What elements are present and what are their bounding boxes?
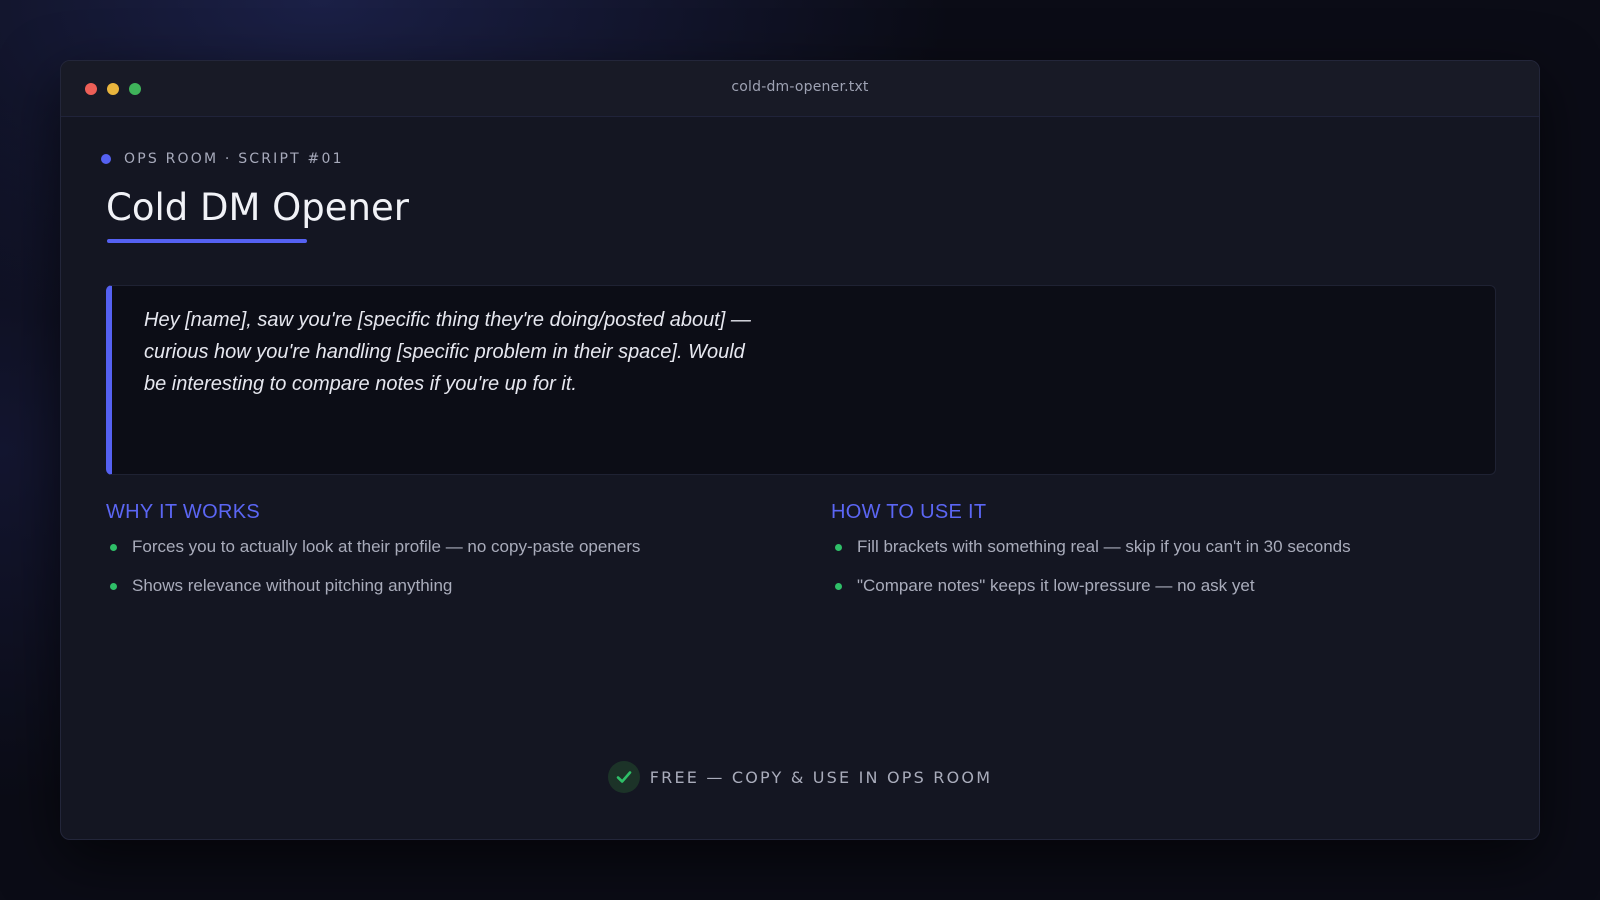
editor-window: cold-dm-opener.txt OPS ROOM · SCRIPT #01… [60, 60, 1540, 840]
eyebrow-label: OPS ROOM · SCRIPT #01 [124, 151, 344, 167]
list-item-text: Shows relevance without pitching anythin… [132, 576, 453, 595]
footer-label: FREE — COPY & USE IN OPS ROOM [649, 767, 993, 787]
window-titlebar: cold-dm-opener.txt [61, 61, 1539, 117]
list-item-text: "Compare notes" keeps it low-pressure — … [857, 576, 1255, 595]
list-item-text: Fill brackets with something real — skip… [857, 537, 1351, 556]
list-item: Shows relevance without pitching anythin… [106, 575, 756, 597]
why-it-works-heading: WHY IT WORKS [106, 501, 260, 523]
bullet-dot-icon [835, 544, 842, 551]
window-filename: cold-dm-opener.txt [731, 79, 869, 95]
list-item: Forces you to actually look at their pro… [106, 536, 756, 558]
list-item: "Compare notes" keeps it low-pressure — … [831, 575, 1481, 597]
why-it-works-section: WHY IT WORKS Forces you to actually look… [106, 501, 756, 614]
free-copy-footer[interactable]: FREE — COPY & USE IN OPS ROOM [61, 761, 1539, 793]
how-to-use-list: Fill brackets with something real — skip… [831, 536, 1481, 597]
how-to-use-heading: HOW TO USE IT [831, 501, 987, 523]
how-to-use-section: HOW TO USE IT Fill brackets with somethi… [831, 501, 1481, 614]
bullet-dot-icon [110, 544, 117, 551]
bullet-dot-icon [110, 583, 117, 590]
bullet-dot-icon [835, 583, 842, 590]
script-text[interactable]: Hey [name], saw you're [specific thing t… [144, 304, 764, 400]
script-quote-box[interactable]: Hey [name], saw you're [specific thing t… [106, 285, 1496, 475]
list-item-text: Forces you to actually look at their pro… [132, 537, 641, 556]
page-title: Cold DM Opener [106, 186, 409, 229]
script-eyebrow: OPS ROOM · SCRIPT #01 [101, 151, 344, 167]
check-icon [607, 761, 640, 793]
list-item: Fill brackets with something real — skip… [831, 536, 1481, 558]
eyebrow-dot-icon [101, 154, 111, 164]
why-it-works-list: Forces you to actually look at their pro… [106, 536, 756, 597]
title-underline [107, 239, 307, 243]
